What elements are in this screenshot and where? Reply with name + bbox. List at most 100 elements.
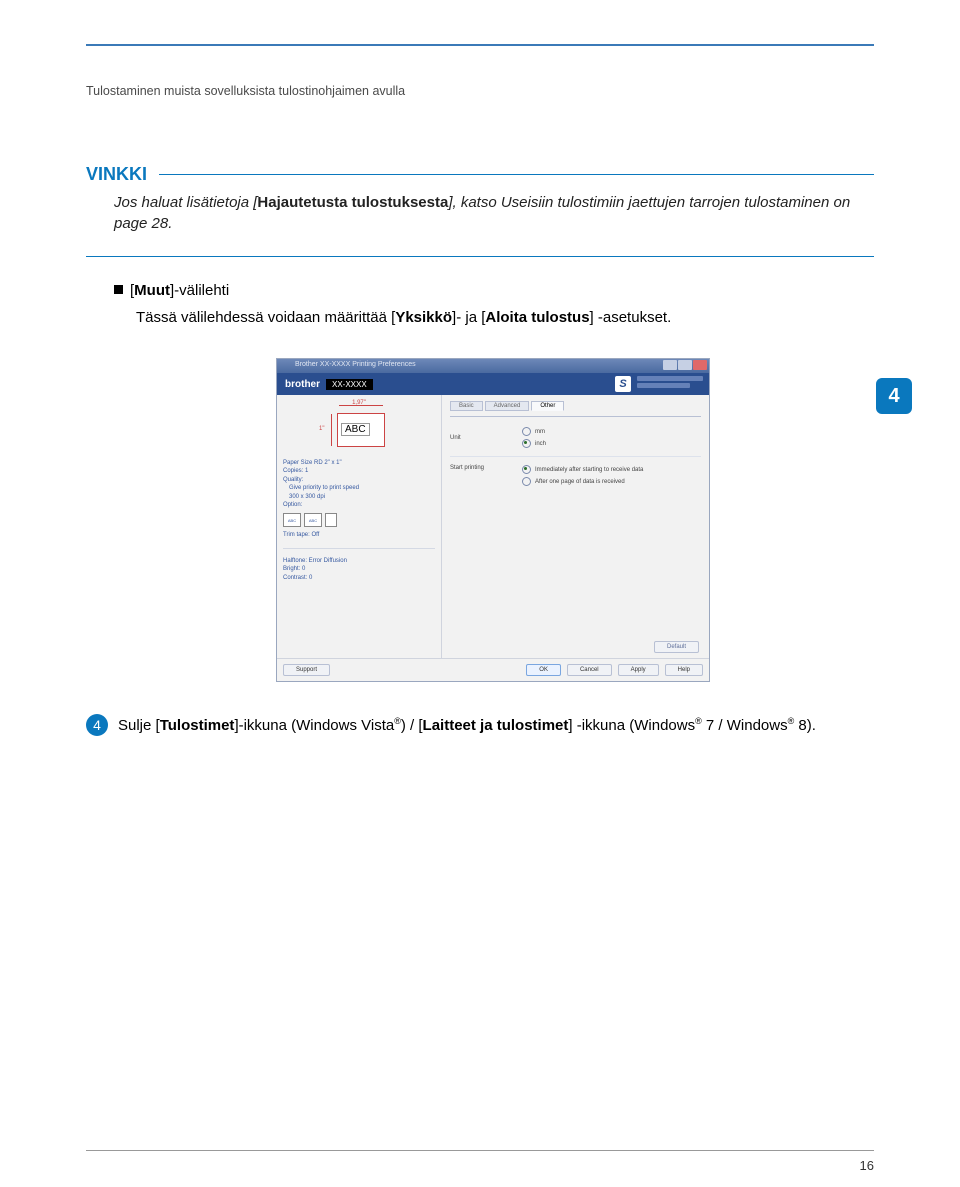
startprinting-row: Start printing Immediately after startin… xyxy=(450,463,701,488)
step-t6: 8). xyxy=(794,717,816,734)
radio-icon xyxy=(522,465,531,474)
window-title: Brother XX-XXXX Printing Preferences xyxy=(295,361,416,368)
unit-mm-option[interactable]: mm xyxy=(522,427,701,436)
step-t3: ) / [ xyxy=(401,717,423,734)
window-buttons xyxy=(663,360,707,370)
unit-mm-label: mm xyxy=(535,429,545,435)
close-icon[interactable] xyxy=(693,360,707,370)
step-row: 4 Sulje [Tulostimet]-ikkuna (Windows Vis… xyxy=(86,714,874,736)
hint-body: Jos haluat lisätietoja [Hajautetusta tul… xyxy=(114,192,874,234)
bullet-sub-suffix: ] -asetukset. xyxy=(590,309,672,326)
start-immediate-option[interactable]: Immediately after starting to receive da… xyxy=(522,465,701,474)
summary-quality-label: Quality: xyxy=(283,476,435,484)
option-icons: ABC ABC xyxy=(283,513,435,527)
ok-button[interactable]: OK xyxy=(526,664,561,676)
start-immediate-label: Immediately after starting to receive da… xyxy=(535,467,643,473)
cancel-button[interactable]: Cancel xyxy=(567,664,612,676)
dim-vertical-value: 1" xyxy=(319,426,324,432)
tab-other[interactable]: Other xyxy=(531,401,564,411)
brand-logo: brother xyxy=(285,379,320,390)
dialog-body: 1,97" 1" ABC Paper Size RD 2" x 1" Copie… xyxy=(277,395,709,659)
radio-icon xyxy=(522,439,531,448)
minimize-icon[interactable] xyxy=(663,360,677,370)
bullet-block: [Muut]-välilehti Tässä välilehdessä void… xyxy=(114,280,874,329)
tab-advanced[interactable]: Advanced xyxy=(485,401,530,411)
summary-copies: Copies: 1 xyxy=(283,467,435,475)
summary-bright: Bright: 0 xyxy=(283,565,435,573)
hint-text-1: Jos haluat lisätietoja [ xyxy=(114,194,257,211)
apply-button[interactable]: Apply xyxy=(618,664,659,676)
start-after-label: After one page of data is received xyxy=(535,479,625,485)
step-bold1: Tulostimet xyxy=(160,717,235,734)
help-icon[interactable] xyxy=(678,360,692,370)
summary-halftone: Halftone: Error Diffusion xyxy=(283,557,435,565)
dialog-footer: Support OK Cancel Apply Help xyxy=(277,658,709,681)
preview-pane: 1,97" 1" ABC Paper Size RD 2" x 1" Copie… xyxy=(277,395,442,659)
reg-mark-icon: ® xyxy=(394,716,401,726)
solutions-icon[interactable]: S xyxy=(615,376,631,392)
page-number: 16 xyxy=(860,1158,874,1173)
option-icon-3 xyxy=(325,513,337,527)
start-after-option[interactable]: After one page of data is received xyxy=(522,477,701,486)
tab-basic[interactable]: Basic xyxy=(450,401,483,411)
preview-sample-text: ABC xyxy=(341,423,370,436)
step-t1: Sulje [ xyxy=(118,717,160,734)
bullet-subtext: Tässä välilehdessä voidaan määrittää [Yk… xyxy=(136,307,874,330)
hint-underline xyxy=(86,256,874,257)
step-text: Sulje [Tulostimet]-ikkuna (Windows Vista… xyxy=(118,716,816,734)
radio-icon xyxy=(522,427,531,436)
settings-pane: Basic Advanced Other Unit mm inch xyxy=(442,395,709,659)
summary-quality-value: Give priority to print speed xyxy=(283,484,435,492)
window-titlebar[interactable]: Brother XX-XXXX Printing Preferences xyxy=(277,359,709,373)
solutions-text xyxy=(637,376,703,390)
unit-label: Unit xyxy=(450,435,522,441)
summary-trim: Trim tape: Off xyxy=(283,531,435,539)
breadcrumb: Tulostaminen muista sovelluksista tulost… xyxy=(86,84,405,98)
bullet-title-bold: Muut xyxy=(134,282,170,299)
hint-divider xyxy=(159,174,874,175)
hint-link: Useisiin tulostimiin jaettujen tarrojen … xyxy=(501,194,830,211)
tab-underline xyxy=(450,416,701,417)
chapter-tab: 4 xyxy=(876,378,912,414)
unit-row: Unit mm inch xyxy=(450,425,701,450)
hint-label: VINKKI xyxy=(86,164,147,185)
summary-option-label: Option: xyxy=(283,501,435,509)
step-number-badge: 4 xyxy=(86,714,108,736)
summary-separator xyxy=(283,548,435,549)
step-t5: 7 / Windows xyxy=(702,717,788,734)
bullet-square-icon xyxy=(114,285,123,294)
tab-strip: Basic Advanced Other xyxy=(450,401,701,411)
bullet-sub-bold1: Yksikkö xyxy=(395,309,452,326)
paper-preview: 1,97" 1" ABC xyxy=(331,409,387,449)
summary-papersize: Paper Size RD 2" x 1" xyxy=(283,459,435,467)
bullet-title: [Muut]-välilehti xyxy=(114,280,874,303)
brand-bar: brother XX-XXXX S xyxy=(277,373,709,395)
hint-bold-1: Hajautetusta tulostuksesta xyxy=(257,194,448,211)
radio-icon xyxy=(522,477,531,486)
hint-text-2: ], katso xyxy=(448,194,501,211)
reg-mark-icon: ® xyxy=(695,716,702,726)
startprinting-label: Start printing xyxy=(450,465,522,471)
footer-rule xyxy=(86,1150,874,1151)
support-button[interactable]: Support xyxy=(283,664,330,676)
screenshot-dialog[interactable]: Brother XX-XXXX Printing Preferences bro… xyxy=(276,358,710,682)
dim-vertical-icon xyxy=(331,414,332,446)
step-bold2: Laitteet ja tulostimet xyxy=(423,717,569,734)
top-rule xyxy=(86,44,874,46)
default-button[interactable]: Default xyxy=(654,641,699,653)
unit-inch-option[interactable]: inch xyxy=(522,439,701,448)
bullet-sub-mid: ]- ja [ xyxy=(452,309,485,326)
model-label: XX-XXXX xyxy=(326,379,373,390)
summary-dpi: 300 x 300 dpi xyxy=(283,493,435,501)
help-button[interactable]: Help xyxy=(665,664,703,676)
bullet-sub-bold2: Aloita tulostus xyxy=(485,309,589,326)
hint-header-row: VINKKI xyxy=(86,164,874,185)
summary-contrast: Contrast: 0 xyxy=(283,574,435,582)
bullet-title-suffix: ]-välilehti xyxy=(170,282,229,299)
row-divider xyxy=(450,456,701,457)
step-t2: ]-ikkuna (Windows Vista xyxy=(234,717,394,734)
unit-inch-label: inch xyxy=(535,441,546,447)
bullet-sub-prefix: Tässä välilehdessä voidaan määrittää [ xyxy=(136,309,395,326)
dim-horizontal-value: 1,97" xyxy=(352,400,366,406)
option-icon-1: ABC xyxy=(283,513,301,527)
